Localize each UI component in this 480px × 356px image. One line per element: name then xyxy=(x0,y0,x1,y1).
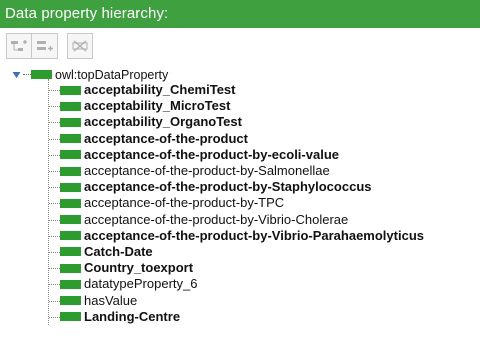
tree-item[interactable]: datatypeProperty_6 xyxy=(48,276,480,292)
tree-item[interactable]: acceptance-of-the-product-by-ecoli-value xyxy=(48,147,480,163)
panel-title: Data property hierarchy: xyxy=(0,0,480,28)
toolbar xyxy=(0,28,480,64)
tree-item[interactable]: acceptance-of-the-product xyxy=(48,131,480,147)
delete-property-button[interactable] xyxy=(67,33,93,59)
tree-item-label: acceptance-of-the-product-by-ecoli-value xyxy=(84,146,339,162)
tree-item-label: acceptance-of-the-product-by-Vibrio-Chol… xyxy=(84,211,349,227)
tree-item-label: acceptability_ChemiTest xyxy=(84,82,236,98)
tree-item[interactable]: Catch-Date xyxy=(48,244,480,260)
data-property-icon xyxy=(31,70,52,79)
data-property-icon xyxy=(60,215,81,225)
tree-item-label: acceptance-of-the-product-by-Staphylococ… xyxy=(84,179,372,195)
tree-item[interactable]: hasValue xyxy=(48,292,480,308)
tree-item-label: acceptance-of-the-product xyxy=(84,130,248,146)
data-property-icon xyxy=(60,85,81,95)
tree-item[interactable]: acceptance-of-the-product-by-Vibrio-Para… xyxy=(48,228,480,244)
tree-item-label: Country_toexport xyxy=(84,260,194,276)
tree-item-label: acceptability_OrganoTest xyxy=(84,114,242,130)
data-property-icon xyxy=(60,182,81,192)
property-tree: owl:topDataProperty acceptability_ChemiT… xyxy=(0,67,480,325)
tree-item[interactable]: acceptance-of-the-product-by-Vibrio-Chol… xyxy=(48,212,480,228)
data-property-icon xyxy=(60,263,81,273)
data-property-icon xyxy=(60,166,81,176)
tree-item[interactable]: acceptability_ChemiTest xyxy=(48,82,480,98)
tree-item-label: hasValue xyxy=(84,292,138,308)
data-property-icon xyxy=(60,134,81,144)
tree-item[interactable]: acceptability_OrganoTest xyxy=(48,114,480,130)
root-label: owl:topDataProperty xyxy=(55,67,169,82)
tree-root-node[interactable]: owl:topDataProperty xyxy=(12,67,480,82)
tree-item[interactable]: Country_toexport xyxy=(48,260,480,276)
tree-item-label: Catch-Date xyxy=(84,243,153,259)
tree-connector xyxy=(23,74,31,75)
data-property-icon xyxy=(60,247,81,257)
data-property-icon xyxy=(60,296,81,306)
tree-children: acceptability_ChemiTest acceptability_Mic… xyxy=(48,79,480,325)
add-sibling-property-icon xyxy=(36,41,53,51)
data-property-icon xyxy=(60,279,81,289)
add-sibling-property-button[interactable] xyxy=(32,33,58,59)
tree-item-label: acceptability_MicroTest xyxy=(84,98,231,114)
expand-toggle-icon[interactable] xyxy=(12,67,23,82)
tree-item[interactable]: acceptance-of-the-product-by-TPC xyxy=(48,195,480,211)
data-property-icon xyxy=(60,198,81,208)
tree-item-label: Landing-Centre xyxy=(84,308,181,324)
data-property-icon xyxy=(60,117,81,127)
delete-property-icon xyxy=(72,40,88,52)
tree-item[interactable]: acceptance-of-the-product-by-Staphylococ… xyxy=(48,179,480,195)
data-property-icon xyxy=(60,150,81,160)
tree-item-label: acceptance-of-the-product-by-TPC xyxy=(84,195,285,211)
tree-item[interactable]: acceptance-of-the-product-by-Salmonellae xyxy=(48,163,480,179)
tree-item[interactable]: acceptability_MicroTest xyxy=(48,98,480,114)
tree-item-label: acceptance-of-the-product-by-Vibrio-Para… xyxy=(84,227,424,243)
add-subproperty-button[interactable] xyxy=(6,33,32,59)
data-property-icon xyxy=(60,312,81,322)
tree-item-label: acceptance-of-the-product-by-Salmonellae xyxy=(84,163,330,179)
data-property-icon xyxy=(60,101,81,111)
data-property-icon xyxy=(60,231,81,241)
tree-item[interactable]: Landing-Centre xyxy=(48,309,480,325)
add-sub-property-icon xyxy=(11,40,27,51)
tree-item-label: datatypeProperty_6 xyxy=(84,276,198,292)
data-property-hierarchy-panel: Data property hierarchy: owl:topDataProp… xyxy=(0,0,480,356)
